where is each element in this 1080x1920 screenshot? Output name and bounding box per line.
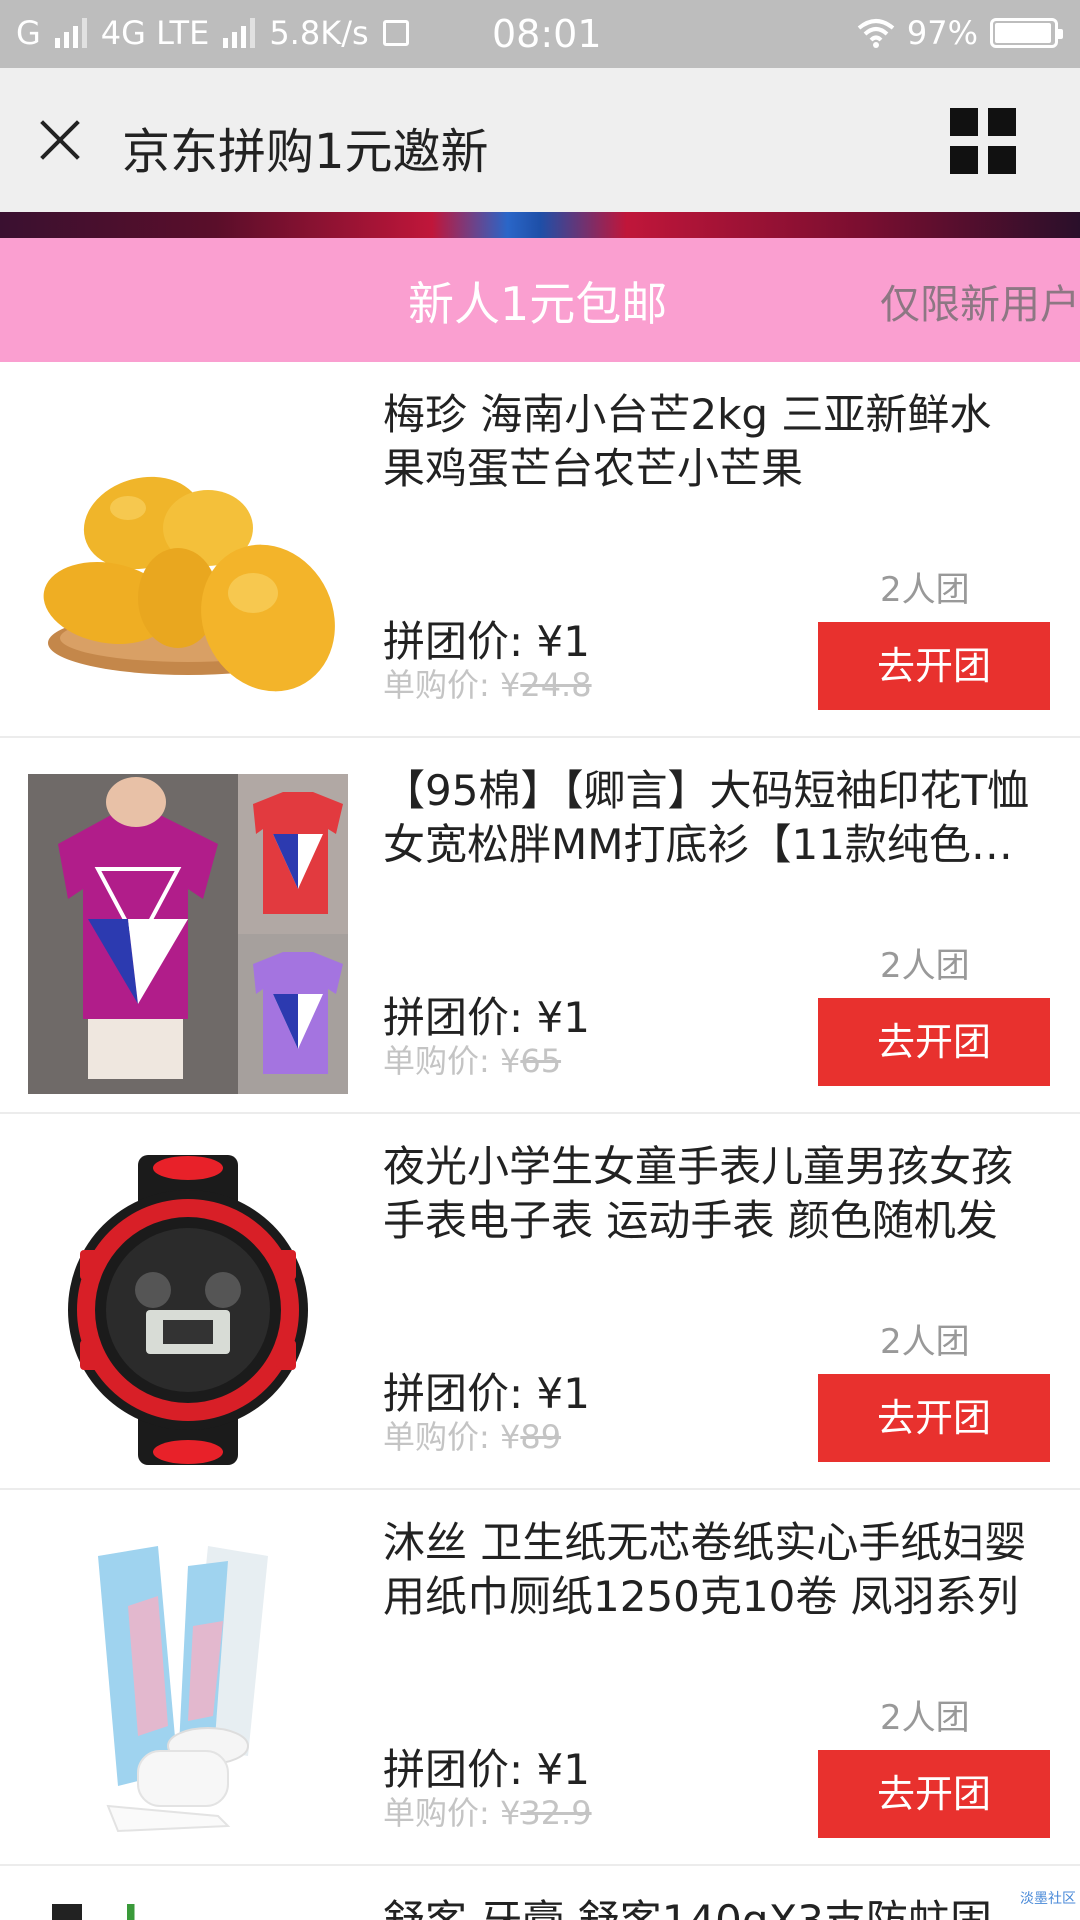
signal-icon-2 [223,18,256,48]
close-icon[interactable] [22,100,100,178]
product-title[interactable]: 夜光小学生女童手表儿童男孩女孩手表电子表 运动手表 颜色随机发 [383,1140,1033,1248]
product-image-tissue[interactable] [28,1526,348,1846]
product-image-tshirt[interactable] [28,774,348,1094]
start-group-button[interactable]: 去开团 [818,998,1050,1086]
product-title[interactable]: 沐丝 卫生纸无芯卷纸实心手纸妇婴用纸巾厕纸1250克10卷 凤羽系列 [383,1516,1033,1624]
battery-icon [990,18,1063,48]
product-item[interactable]: 沐丝 卫生纸无芯卷纸实心手纸妇婴用纸巾厕纸1250克10卷 凤羽系列 2人团 拼… [0,1490,1080,1866]
nav-bar: 京东拼购1元邀新 [0,68,1080,212]
notification-icon [382,20,409,46]
product-item[interactable]: 梅珍 海南小台芒2kg 三亚新鲜水果鸡蛋芒台农芒小芒果 2人团 拼团价: ¥1 … [0,362,1080,738]
start-group-button[interactable]: 去开团 [818,622,1050,710]
status-bar: G 4G LTE 5.8K/s 08:01 97% [0,0,1080,68]
signal-icon [54,18,87,48]
banner-image-strip [0,212,1080,238]
promo-banner[interactable]: 新人1元包邮 仅限新用户 [0,238,1080,362]
banner-title: 新人1元包邮 [408,277,668,331]
original-price: 单购价: ¥32.9 [383,1794,592,1832]
network-speed: 5.8K/s [269,14,369,52]
product-title[interactable]: 梅珍 海南小台芒2kg 三亚新鲜水果鸡蛋芒台农芒小芒果 [383,388,1033,496]
original-price: 单购价: ¥24.8 [383,666,592,704]
team-size: 2人团 [880,1698,970,1738]
start-group-button[interactable]: 去开团 [818,1750,1050,1838]
product-image-mango[interactable] [28,398,348,718]
team-size: 2人团 [880,570,970,610]
wifi-icon [857,19,895,48]
carrier-label: G [16,14,41,52]
team-size: 2人团 [880,946,970,986]
product-image-watch[interactable] [28,1150,348,1470]
product-image-partial[interactable] [52,1904,302,1920]
page-title: 京东拼购1元邀新 [122,124,489,180]
watermark-text: 淡墨社区 [1020,1891,1076,1907]
menu-grid-icon[interactable] [950,108,1016,174]
product-list: 梅珍 海南小台芒2kg 三亚新鲜水果鸡蛋芒台农芒小芒果 2人团 拼团价: ¥1 … [0,362,1080,1866]
start-group-button[interactable]: 去开团 [818,1374,1050,1462]
original-price: 单购价: ¥65 [383,1042,562,1080]
banner-subtitle: 仅限新用户 [880,282,1080,328]
status-time: 08:01 [492,12,602,56]
team-size: 2人团 [880,1322,970,1362]
product-item-partial[interactable]: 舒客 牙膏 舒客140gX3支防蛀固齿 [0,1866,1080,1920]
product-item[interactable]: 夜光小学生女童手表儿童男孩女孩手表电子表 运动手表 颜色随机发 2人团 拼团价:… [0,1114,1080,1490]
product-title[interactable]: 舒客 牙膏 舒客140gX3支防蛀固齿 [383,1894,1033,1920]
product-item[interactable]: 【95棉】【卿言】大码短袖印花T恤女宽松胖MM打底衫【11款纯色可选】 2人团 … [0,738,1080,1114]
original-price: 单购价: ¥89 [383,1418,562,1456]
battery-percent: 97% [906,14,978,52]
product-title[interactable]: 【95棉】【卿言】大码短袖印花T恤女宽松胖MM打底衫【11款纯色可选】 [383,764,1033,872]
network-label: 4G LTE [100,14,210,52]
